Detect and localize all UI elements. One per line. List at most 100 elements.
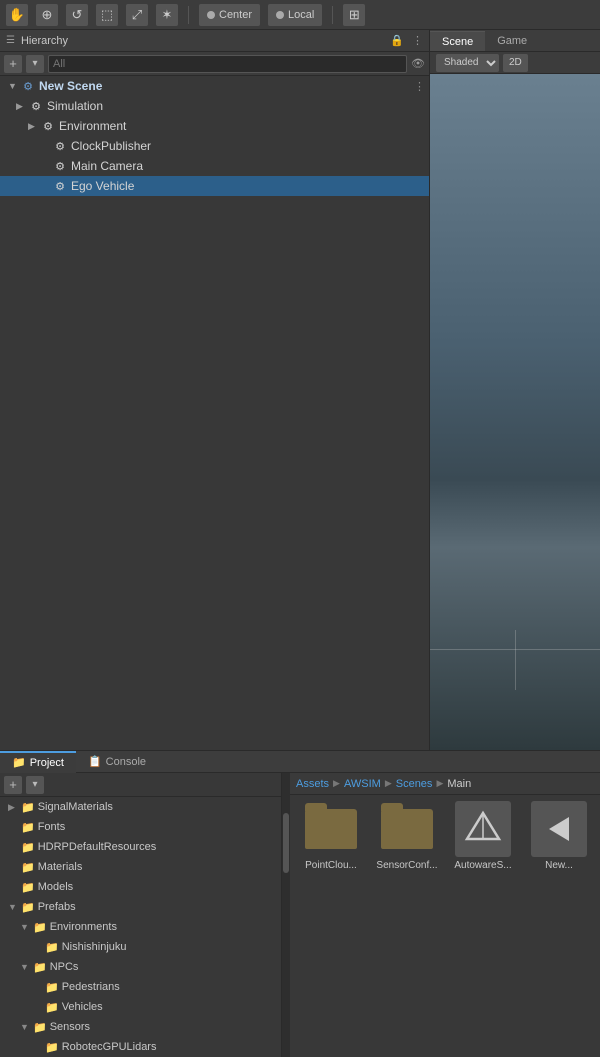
sensorconf-label: SensorConf... — [376, 860, 437, 872]
scrollbar-thumb[interactable] — [283, 813, 289, 873]
project-add-button[interactable]: + — [4, 776, 22, 794]
breadcrumb-arrow1: ▶ — [333, 778, 340, 789]
hierarchy-lock-icon[interactable]: 🔒 — [390, 34, 404, 47]
models-folder-icon: 📁 — [21, 881, 35, 894]
project-assets: Assets ▶ AWSIM ▶ Scenes ▶ Main PointClou… — [290, 773, 600, 1057]
mat-label: Materials — [38, 861, 83, 873]
sen-folder-icon: 📁 — [33, 1021, 47, 1034]
folder-nishinjuku[interactable]: 📁 Nishishinjuku — [0, 937, 281, 957]
ped-folder-icon: 📁 — [45, 981, 59, 994]
project-sort-button[interactable]: ▾ — [26, 776, 44, 794]
asset-pointclo[interactable]: PointClou... — [296, 801, 366, 872]
hdrp-folder-icon: 📁 — [21, 841, 35, 854]
ped-label: Pedestrians — [62, 981, 120, 993]
local-button[interactable]: Local — [268, 4, 322, 26]
clock-label: ClockPublisher — [71, 139, 151, 153]
breadcrumb-assets[interactable]: Assets — [296, 778, 329, 790]
bottom-area: 📁 Project 📋 Console + ▾ ▶ 📁 SignalMateri… — [0, 750, 600, 1000]
folder-materials[interactable]: 📁 Materials — [0, 857, 281, 877]
breadcrumb-arrow3: ▶ — [436, 778, 443, 789]
unity-logo-svg — [463, 809, 503, 849]
shaded-select[interactable]: Shaded — [436, 54, 499, 72]
npcs-label: NPCs — [50, 961, 79, 973]
prefabs-folder-icon: 📁 — [21, 901, 35, 914]
pivot-icon[interactable]: ⊞ — [343, 4, 365, 26]
hierarchy-panel: ☰ Hierarchy 🔒 ⋮ + ▾ 👁 ▼ ⚙ New Scene ⋮ ▶ … — [0, 30, 430, 750]
folder-prefabs[interactable]: ▼ 📁 Prefabs — [0, 897, 281, 917]
tree-item-maincamera[interactable]: ⚙ Main Camera — [0, 156, 429, 176]
search-input[interactable] — [48, 55, 407, 73]
scene-panel: Scene Game Shaded 2D — [430, 30, 600, 750]
folder-fonts[interactable]: 📁 Fonts — [0, 817, 281, 837]
folder-robotecgpulidars[interactable]: 📁 RobotecGPULidars — [0, 1037, 281, 1057]
asset-autowares[interactable]: AutowareS... — [448, 801, 518, 872]
move-tool-icon[interactable]: ⊕ — [36, 4, 58, 26]
breadcrumb-main: Main — [447, 778, 471, 790]
scale-tool-icon[interactable]: ⬚ — [96, 4, 118, 26]
tree-item-simulation[interactable]: ▶ ⚙ Simulation — [0, 96, 429, 116]
ego-label: Ego Vehicle — [71, 179, 134, 193]
separator1 — [188, 6, 189, 24]
project-scrollbar[interactable] — [282, 773, 290, 1057]
tab-game[interactable]: Game — [485, 31, 539, 51]
search-eye-icon[interactable]: 👁 — [411, 57, 425, 70]
scene-label: New Scene — [39, 79, 102, 93]
tree-item-environment[interactable]: ▶ ⚙ Environment — [0, 116, 429, 136]
folder-hdrp[interactable]: 📁 HDRPDefaultResources — [0, 837, 281, 857]
hierarchy-more-icon[interactable]: ⋮ — [412, 34, 423, 47]
scene-more-icon[interactable]: ⋮ — [414, 80, 425, 93]
autowares-label: AutowareS... — [454, 860, 511, 872]
hand-tool-icon[interactable]: ✋ — [6, 4, 28, 26]
sort-button[interactable]: ▾ — [26, 55, 44, 73]
twod-button[interactable]: 2D — [503, 54, 528, 72]
ego-icon: ⚙ — [52, 178, 68, 194]
breadcrumb-arrow2: ▶ — [385, 778, 392, 789]
folder-models[interactable]: 📁 Models — [0, 877, 281, 897]
tree-item-clockpublisher[interactable]: ⚙ ClockPublisher — [0, 136, 429, 156]
scene-item[interactable]: ▼ ⚙ New Scene ⋮ — [0, 76, 429, 96]
rotate-tool-icon[interactable]: ↺ — [66, 4, 88, 26]
veh-label: Vehicles — [62, 1001, 103, 1013]
project-folder-tree: + ▾ ▶ 📁 SignalMaterials 📁 Fonts 📁 HDRPDe… — [0, 773, 282, 1057]
folder-vehicles[interactable]: 📁 Vehicles — [0, 997, 281, 1017]
rect-tool-icon[interactable]: ⤢ — [126, 4, 148, 26]
scene-vertical-line — [515, 630, 516, 690]
folder-environments[interactable]: ▼ 📁 Environments — [0, 917, 281, 937]
asset-new[interactable]: New... — [524, 801, 594, 872]
models-label: Models — [38, 881, 73, 893]
env-folder-icon: 📁 — [33, 921, 47, 934]
folder-signalmaterials[interactable]: ▶ 📁 SignalMaterials — [0, 797, 281, 817]
sim-label: Simulation — [47, 99, 103, 113]
cam-label: Main Camera — [71, 159, 143, 173]
pointclo-icon — [303, 801, 359, 857]
tree-item-egovehicle[interactable]: ⚙ Ego Vehicle — [0, 176, 429, 196]
local-dot — [276, 11, 284, 19]
folder-sensors[interactable]: ▼ 📁 Sensors — [0, 1017, 281, 1037]
sig-label: SignalMaterials — [38, 801, 113, 813]
separator2 — [332, 6, 333, 24]
pointclo-label: PointClou... — [305, 860, 357, 872]
folder-npcs[interactable]: ▼ 📁 NPCs — [0, 957, 281, 977]
hierarchy-title: Hierarchy — [21, 35, 386, 47]
breadcrumb-scenes[interactable]: Scenes — [396, 778, 433, 790]
transform-tool-icon[interactable]: ✶ — [156, 4, 178, 26]
tab-project[interactable]: 📁 Project — [0, 751, 76, 773]
hierarchy-content: ▼ ⚙ New Scene ⋮ ▶ ⚙ Simulation ▶ ⚙ Envir… — [0, 76, 429, 750]
sig-folder-icon: 📁 — [21, 801, 35, 814]
scene-view[interactable] — [430, 74, 600, 750]
tab-console[interactable]: 📋 Console — [76, 751, 158, 773]
add-button[interactable]: + — [4, 55, 22, 73]
tab-scene[interactable]: Scene — [430, 31, 485, 51]
rob-folder-icon: 📁 — [45, 1041, 59, 1054]
asset-sensorconf[interactable]: SensorConf... — [372, 801, 442, 872]
folder-pedestrians[interactable]: 📁 Pedestrians — [0, 977, 281, 997]
arrow-svg — [541, 811, 577, 847]
sim-icon: ⚙ — [28, 98, 44, 114]
autowares-icon-bg — [455, 801, 511, 857]
assets-grid: PointClou... SensorConf... — [290, 795, 600, 1057]
scene-tabs: Scene Game — [430, 30, 600, 52]
center-button[interactable]: Center — [199, 4, 260, 26]
local-label: Local — [288, 9, 314, 21]
breadcrumb-awsim[interactable]: AWSIM — [344, 778, 381, 790]
pointclo-folder-icon — [305, 809, 357, 849]
